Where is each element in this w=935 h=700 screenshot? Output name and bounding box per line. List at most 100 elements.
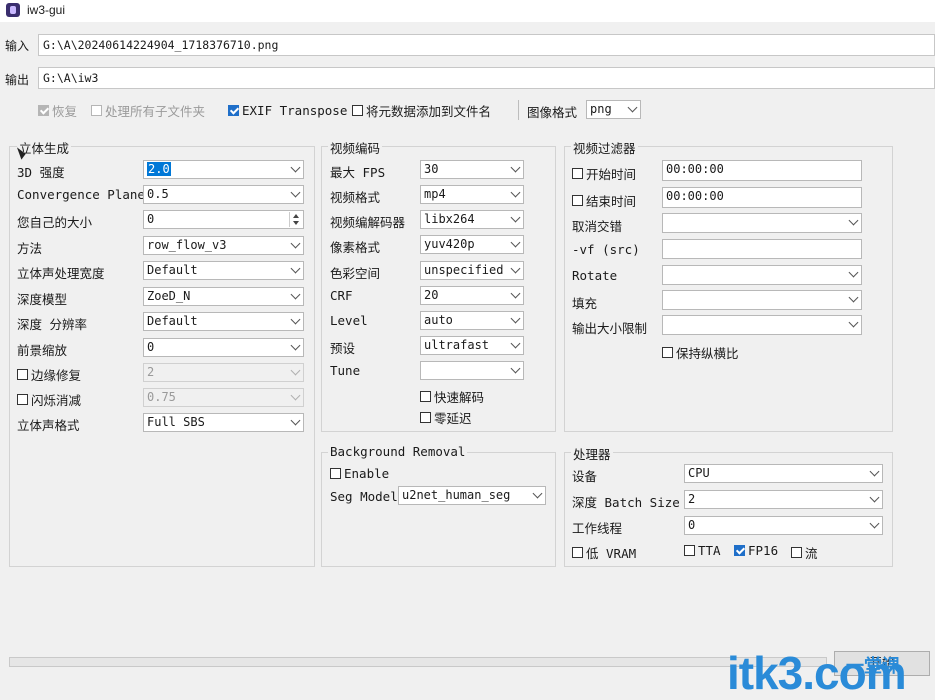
pad-select[interactable] xyxy=(662,290,862,310)
keep-aspect-checkbox[interactable]: 保持纵横比 xyxy=(662,343,739,362)
chevron-down-icon xyxy=(290,289,301,300)
colorspace-select[interactable]: unspecified xyxy=(420,261,524,280)
start-time-field[interactable]: 00:00:00 xyxy=(662,160,862,181)
stereo-width-select[interactable]: Default xyxy=(143,261,304,280)
checkbox-box xyxy=(38,104,49,116)
max-output-size-label: 输出大小限制 xyxy=(572,321,648,336)
checkbox-box xyxy=(17,369,28,380)
max-fps-label: 最大 FPS xyxy=(330,165,386,180)
batch-size-label: 深度 Batch Size xyxy=(572,495,680,510)
pixel-format-select[interactable]: yuv420p xyxy=(420,235,524,254)
progress-bar xyxy=(9,657,827,667)
bg-removal-title: Background Removal xyxy=(328,444,468,459)
video-format-select[interactable]: mp4 xyxy=(420,185,524,204)
end-time-checkbox[interactable]: 结束时间 xyxy=(572,191,636,210)
convergence-plane-label: Convergence Plane xyxy=(17,187,145,202)
window-title: iw3-gui xyxy=(27,3,66,17)
metadata-filename-checkbox[interactable]: 将元数据添加到文件名 xyxy=(352,101,491,119)
max-fps-select[interactable]: 30 xyxy=(420,160,524,179)
threads-select[interactable]: 0 xyxy=(684,516,883,535)
pad-label: 填充 xyxy=(572,296,598,311)
processor-title: 处理器 xyxy=(571,444,613,463)
depth-strength-select[interactable]: 2.0 xyxy=(143,160,304,179)
rotate-select[interactable] xyxy=(662,265,862,285)
chevron-down-icon xyxy=(510,288,521,299)
separator xyxy=(518,100,519,120)
preset-select[interactable]: ultrafast xyxy=(420,336,524,355)
exif-transpose-checkbox[interactable]: EXIF Transpose xyxy=(228,101,347,119)
chevron-down-icon xyxy=(290,415,301,426)
title-bar: iw3-gui xyxy=(0,0,935,22)
crf-select[interactable]: 20 xyxy=(420,286,524,305)
stereo-format-select[interactable]: Full SBS xyxy=(143,413,304,432)
device-label: 设备 xyxy=(572,469,598,484)
threads-label: 工作线程 xyxy=(572,521,623,536)
checkbox-box xyxy=(684,545,695,556)
recursive-checkbox[interactable]: 处理所有子文件夹 xyxy=(91,101,205,119)
tune-select[interactable] xyxy=(420,361,524,380)
own-size-label: 您自己的大小 xyxy=(17,215,93,230)
fast-decode-checkbox[interactable]: 快速解码 xyxy=(420,387,484,406)
video-codec-select[interactable]: libx264 xyxy=(420,210,524,229)
end-time-field[interactable]: 00:00:00 xyxy=(662,187,862,208)
zero-latency-checkbox[interactable]: 零延迟 xyxy=(420,408,472,427)
start-time-checkbox[interactable]: 开始时间 xyxy=(572,164,636,183)
chevron-down-icon xyxy=(510,237,521,248)
checkbox-box xyxy=(662,347,673,358)
crf-label: CRF xyxy=(330,288,353,303)
chevron-down-icon xyxy=(290,314,301,325)
stream-checkbox[interactable]: 流 xyxy=(791,543,818,562)
level-select[interactable]: auto xyxy=(420,311,524,330)
output-path-field[interactable]: G:\A\iw3 xyxy=(38,67,935,89)
fp16-checkbox[interactable]: FP16 xyxy=(734,543,778,558)
vf-src-label: -vf (src) xyxy=(572,242,640,257)
video-format-label: 视频格式 xyxy=(330,190,381,205)
checkbox-box xyxy=(228,104,239,116)
max-output-size-select[interactable] xyxy=(662,315,862,335)
low-vram-checkbox[interactable]: 低 VRAM xyxy=(572,543,636,562)
depth-strength-label: 3D 强度 xyxy=(17,165,65,180)
image-format-label: 图像格式 xyxy=(527,105,578,120)
batch-size-select[interactable]: 2 xyxy=(684,490,883,509)
edge-fix-select[interactable]: 2 xyxy=(143,363,304,382)
seg-model-select[interactable]: u2net_human_seg xyxy=(398,486,546,505)
edge-fix-checkbox[interactable]: 边缘修复 xyxy=(17,365,81,384)
chevron-down-icon xyxy=(869,466,880,477)
preset-label: 预设 xyxy=(330,341,356,356)
rotate-label: Rotate xyxy=(572,268,618,283)
bg-removal-enable-checkbox[interactable]: Enable xyxy=(330,466,389,481)
chevron-down-icon xyxy=(848,215,859,226)
pixel-format-label: 像素格式 xyxy=(330,240,381,255)
depth-model-select[interactable]: ZoeD_N xyxy=(143,287,304,306)
deinterlace-select[interactable] xyxy=(662,213,862,233)
input-label: 输入 xyxy=(5,39,30,53)
image-format-select[interactable]: png xyxy=(586,100,641,119)
tta-checkbox[interactable]: TTA xyxy=(684,543,721,558)
device-select[interactable]: CPU xyxy=(684,464,883,483)
foreground-scale-select[interactable]: 0 xyxy=(143,338,304,357)
method-select[interactable]: row_flow_v3 xyxy=(143,236,304,255)
foreground-scale-label: 前景缩放 xyxy=(17,343,68,358)
checkbox-box xyxy=(330,468,341,479)
own-size-spinbox[interactable]: 0 xyxy=(143,210,304,229)
video-filter-title: 视频过滤器 xyxy=(571,138,638,157)
tune-label: Tune xyxy=(330,363,361,378)
chevron-down-icon xyxy=(510,313,521,324)
stereo-format-label: 立体声格式 xyxy=(17,418,80,433)
depth-resolution-select[interactable]: Default xyxy=(143,312,304,331)
input-path-field[interactable]: G:\A\20240614224904_1718376710.png xyxy=(38,34,935,56)
convergence-plane-select[interactable]: 0.5 xyxy=(143,185,304,204)
chevron-down-icon xyxy=(510,338,521,349)
chevron-down-icon xyxy=(848,267,859,278)
flicker-reduction-checkbox[interactable]: 闪烁消减 xyxy=(17,390,81,409)
vf-src-field[interactable] xyxy=(662,239,862,259)
spin-arrows-icon[interactable] xyxy=(289,212,302,227)
chevron-down-icon xyxy=(510,187,521,198)
resume-checkbox[interactable]: 恢复 xyxy=(38,101,77,119)
chevron-down-icon xyxy=(510,263,521,274)
chevron-down-icon xyxy=(510,212,521,223)
flicker-reduction-select[interactable]: 0.75 xyxy=(143,388,304,407)
app-icon xyxy=(6,3,20,17)
chevron-down-icon xyxy=(290,162,301,173)
chevron-down-icon xyxy=(290,340,301,351)
